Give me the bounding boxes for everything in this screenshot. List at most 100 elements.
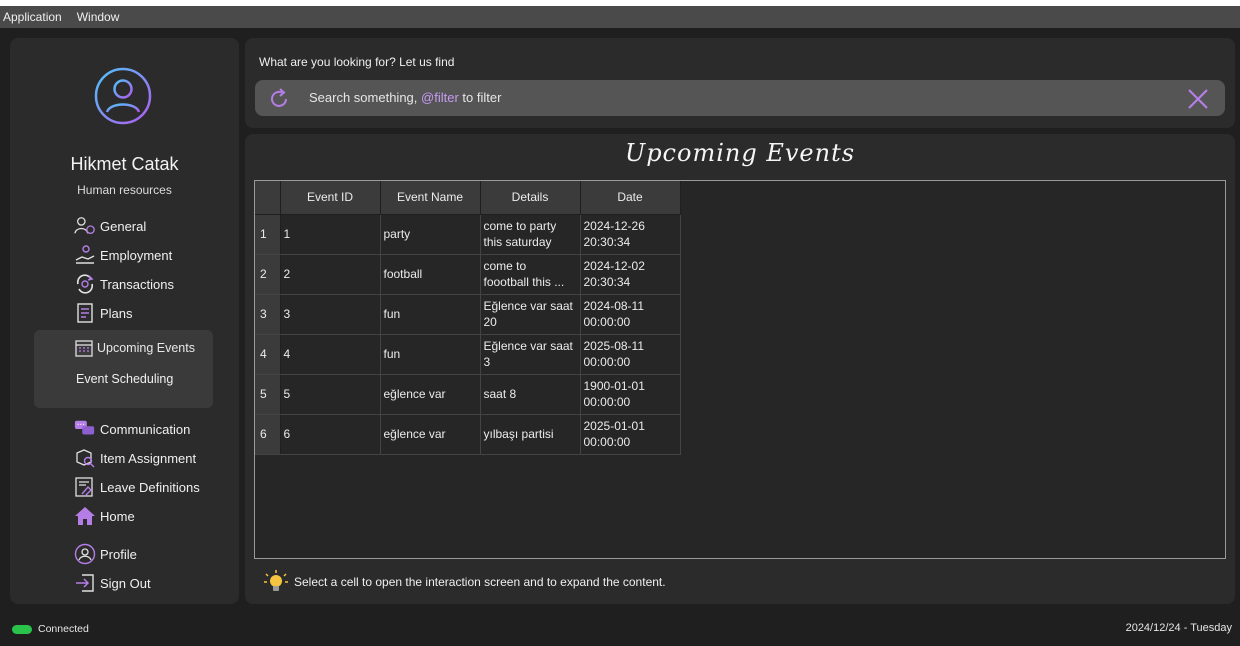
table-row[interactable]: 5 5 eğlence var saat 8 1900-01-01 00:00:00 — [255, 374, 681, 415]
cell-date-text: 2024-12-02 — [583, 259, 645, 273]
column-header-details[interactable]: Details — [480, 181, 581, 215]
cell-date-text: 2025-01-01 — [583, 419, 645, 433]
sidebar-item-label: Leave Definitions — [100, 479, 200, 495]
cell-details-text: saat 8 — [483, 387, 517, 401]
menu-application[interactable]: Application — [0, 6, 70, 28]
plans-icon — [74, 302, 96, 324]
sidebar-item-employment[interactable]: Employment — [74, 243, 172, 267]
sidebar-group-upcoming-events: Upcoming Events Event Scheduling — [34, 330, 213, 408]
search-panel: What are you looking for? Let us find Se… — [245, 38, 1235, 128]
row-header-text: 4 — [260, 347, 267, 361]
chat-icon — [74, 418, 96, 440]
table-corner[interactable] — [255, 181, 281, 215]
cell-date[interactable]: 2025-01-01 00:00:00 — [580, 414, 681, 455]
page-title: Upcoming Events — [624, 139, 856, 167]
calendar-icon — [74, 338, 94, 358]
cell-date-text: 00:00:00 — [583, 435, 631, 449]
sidebar-item-upcoming-events[interactable]: Upcoming Events — [74, 336, 195, 360]
cell-details-text: come to — [483, 259, 527, 273]
cell-event-id-text: 1 — [283, 227, 291, 241]
table-row[interactable]: 6 6 eğlence var yılbaşı partisi 2025-01-01 00… — [255, 414, 681, 455]
sidebar-item-label: Plans — [100, 305, 133, 321]
user-avatar-icon[interactable] — [94, 67, 152, 125]
cell-date[interactable]: 2024-12-02 20:30:34 — [580, 254, 681, 295]
connection-status-text: Connected — [38, 623, 89, 635]
cell-event-name[interactable]: eğlence var — [380, 414, 481, 455]
sidebar-item-transactions[interactable]: Transactions — [74, 272, 174, 296]
row-header[interactable]: 6 — [255, 414, 281, 455]
sidebar-item-general[interactable]: General — [74, 214, 146, 238]
cell-date[interactable]: 2025-08-11 00:00:00 — [580, 334, 681, 375]
cell-event-name[interactable]: eğlence var — [380, 374, 481, 415]
hand-person-icon — [74, 244, 96, 266]
cell-details[interactable]: Eğlence var saat 3 — [480, 334, 581, 375]
cell-event-name-text: fun — [383, 347, 401, 361]
cell-event-name-text: party — [383, 227, 411, 241]
cell-details[interactable]: yılbaşı partisi — [480, 414, 581, 455]
cell-details[interactable]: come to foootball this ... — [480, 254, 581, 295]
search-input[interactable]: Search something, @filter to filter — [309, 80, 501, 116]
cell-event-id[interactable]: 1 — [280, 214, 381, 255]
cell-details[interactable]: Eğlence var saat 20 — [480, 294, 581, 335]
sidebar-item-home[interactable]: Home — [74, 504, 135, 528]
row-header[interactable]: 4 — [255, 334, 281, 375]
cell-event-id[interactable]: 3 — [280, 294, 381, 335]
cell-details[interactable]: come to party this saturday — [480, 214, 581, 255]
row-header-text: 1 — [260, 227, 267, 241]
sidebar-item-profile[interactable]: Profile — [74, 542, 137, 566]
table-row[interactable]: 3 3 fun Eğlence var saat 20 2024-08-11 00:00:0… — [255, 294, 681, 335]
sidebar-item-communication[interactable]: Communication — [74, 417, 190, 441]
sidebar-item-sign-out[interactable]: Sign Out — [74, 571, 151, 595]
user-name: Hikmet Catak — [70, 154, 179, 174]
refresh-icon[interactable] — [267, 87, 291, 111]
cell-event-id[interactable]: 6 — [280, 414, 381, 455]
column-header-event-name[interactable]: Event Name — [380, 181, 481, 215]
sidebar-item-label: Sign Out — [100, 575, 151, 591]
sidebar-item-label: Home — [100, 508, 135, 524]
table-row[interactable]: 4 4 fun Eğlence var saat 3 2025-08-11 00:00:0… — [255, 334, 681, 375]
cell-event-name[interactable]: fun — [380, 294, 481, 335]
profile-icon — [74, 543, 96, 565]
cell-event-id[interactable]: 4 — [280, 334, 381, 375]
cell-date[interactable]: 1900-01-01 00:00:00 — [580, 374, 681, 415]
close-icon[interactable] — [1187, 88, 1209, 110]
cell-date-text: 20:30:34 — [583, 235, 631, 249]
column-header-event-id[interactable]: Event ID — [280, 181, 381, 215]
row-header[interactable]: 2 — [255, 254, 281, 295]
cell-details[interactable]: saat 8 — [480, 374, 581, 415]
cell-date[interactable]: 2024-08-11 00:00:00 — [580, 294, 681, 335]
lightbulb-icon — [264, 570, 288, 591]
cell-event-name-text: eğlence var — [383, 427, 446, 441]
cell-event-name[interactable]: football — [380, 254, 481, 295]
events-table-frame: Event ID Event Name Details Date 1 1 party… — [254, 180, 1226, 559]
user-role: Human resources — [77, 183, 172, 197]
row-header[interactable]: 3 — [255, 294, 281, 335]
row-header[interactable]: 1 — [255, 214, 281, 255]
main-panel: Upcoming Events Event ID Event Name Deta… — [245, 134, 1235, 604]
table-row[interactable]: 1 1 party come to party this saturday 2024-12… — [255, 214, 681, 255]
row-header-text: 6 — [260, 427, 267, 441]
column-header-date[interactable]: Date — [580, 181, 681, 215]
box-search-icon — [74, 447, 96, 469]
sidebar-item-event-scheduling[interactable]: Event Scheduling — [76, 372, 173, 386]
cell-event-id-text: 6 — [283, 427, 291, 441]
menu-window[interactable]: Window — [74, 6, 128, 28]
sidebar-item-item-assignment[interactable]: Item Assignment — [74, 446, 196, 470]
sidebar-item-plans[interactable]: Plans — [74, 301, 133, 325]
sidebar-item-leave-definitions[interactable]: Leave Definitions — [74, 475, 200, 499]
cell-date[interactable]: 2024-12-26 20:30:34 — [580, 214, 681, 255]
sidebar-item-label: Communication — [100, 421, 191, 437]
cell-event-id[interactable]: 2 — [280, 254, 381, 295]
table-row[interactable]: 2 2 football come to foootball this ... 2024-… — [255, 254, 681, 295]
table-header-row: Event ID Event Name Details Date — [255, 181, 681, 215]
cell-event-name[interactable]: party — [380, 214, 481, 255]
hint: Select a cell to open the interaction sc… — [263, 568, 666, 596]
cell-event-id[interactable]: 5 — [280, 374, 381, 415]
cell-event-id-text: 5 — [283, 387, 291, 401]
cell-event-name[interactable]: fun — [380, 334, 481, 375]
cell-event-id-text: 2 — [283, 267, 291, 281]
row-header[interactable]: 5 — [255, 374, 281, 415]
cell-details-text: this saturday — [483, 235, 552, 249]
sidebar-item-label: Upcoming Events — [97, 341, 195, 355]
row-header-text: 2 — [260, 267, 267, 281]
